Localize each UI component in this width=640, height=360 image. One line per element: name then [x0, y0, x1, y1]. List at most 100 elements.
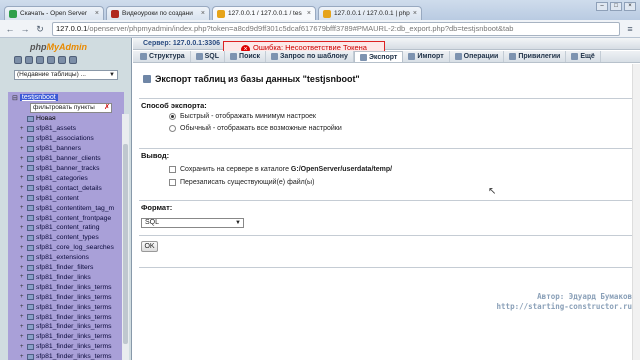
browser-tab-1[interactable]: Скачать - Open Server ×	[4, 6, 104, 20]
expand-icon[interactable]: +	[20, 245, 25, 251]
tab-query-by-example[interactable]: Запрос по шаблону	[266, 51, 354, 62]
table-item[interactable]: + sfp81_finder_links_terms	[20, 322, 124, 332]
table-item[interactable]: + sfp81_finder_links_terms	[20, 342, 124, 352]
radio-button[interactable]	[169, 125, 176, 132]
sql-docs-icon[interactable]	[58, 56, 66, 64]
tab-sql[interactable]: SQL	[191, 51, 226, 62]
table-item[interactable]: + sfp81_finder_links_terms	[20, 302, 124, 312]
method-quick-option[interactable]: Быстрый - отображать минимум настроек	[169, 113, 316, 120]
table-name[interactable]: sfp81_associations	[36, 135, 94, 142]
table-name[interactable]: sfp81_finder_links_terms	[36, 294, 112, 301]
address-bar[interactable]: 127.0.0.1/openserver/phpmyadmin/index.ph…	[52, 22, 620, 36]
table-item[interactable]: + sfp81_content_types	[20, 233, 124, 243]
table-name[interactable]: sfp81_finder_links_terms	[36, 353, 112, 360]
table-name[interactable]: sfp81_finder_links_terms	[36, 333, 112, 340]
tab-export[interactable]: Экспорт	[353, 51, 404, 62]
table-item[interactable]: + sfp81_contact_details	[20, 183, 124, 193]
tab-more[interactable]: Ещё	[566, 51, 601, 62]
table-name[interactable]: sfp81_content	[36, 195, 79, 202]
table-name[interactable]: sfp81_finder_links_terms	[36, 304, 112, 311]
expand-icon[interactable]: +	[20, 146, 25, 152]
tab-operations[interactable]: Операции	[450, 51, 505, 62]
expand-icon[interactable]: +	[20, 185, 25, 191]
close-icon[interactable]: ×	[413, 10, 417, 17]
expand-icon[interactable]: +	[20, 205, 25, 211]
table-item[interactable]: + sfp81_associations	[20, 134, 124, 144]
left-scrollbar[interactable]	[122, 114, 129, 360]
table-filter-input[interactable]: фильтровать пункты ✗	[30, 103, 112, 113]
home-icon[interactable]	[14, 56, 22, 64]
expand-icon[interactable]: +	[20, 274, 25, 280]
reload-nav-icon[interactable]	[69, 56, 77, 64]
table-name[interactable]: sfp81_core_log_searches	[36, 244, 114, 251]
table-name[interactable]: sfp81_banners	[36, 145, 81, 152]
tab-import[interactable]: Импорт	[403, 51, 450, 62]
table-item[interactable]: + sfp81_assets	[20, 124, 124, 134]
table-item[interactable]: + sfp81_content_rating	[20, 223, 124, 233]
checkbox[interactable]	[169, 179, 176, 186]
table-name[interactable]: sfp81_banner_tracks	[36, 165, 99, 172]
close-icon[interactable]: ×	[95, 10, 99, 17]
expand-icon[interactable]: +	[20, 265, 25, 271]
table-item[interactable]: + sfp81_banners	[20, 144, 124, 154]
save-on-server-option[interactable]: Сохранить на сервере в каталоге G:/OpenS…	[169, 166, 392, 173]
query-window-icon[interactable]	[36, 56, 44, 64]
expand-icon[interactable]: +	[20, 304, 25, 310]
table-item[interactable]: + sfp81_finder_links_terms	[20, 312, 124, 322]
table-item[interactable]: + sfp81_core_log_searches	[20, 243, 124, 253]
tab-structure[interactable]: Структура	[135, 51, 191, 62]
expand-icon[interactable]: +	[20, 156, 25, 162]
scrollbar-thumb[interactable]	[123, 144, 128, 344]
table-name[interactable]: sfp81_finder_links_terms	[36, 343, 112, 350]
table-name[interactable]: sfp81_finder_links_terms	[36, 323, 112, 330]
back-arrow-icon[interactable]: ←	[4, 23, 16, 35]
tab-search[interactable]: Поиск	[225, 51, 267, 62]
server-label[interactable]: Сервер: 127.0.0.1:3306	[143, 40, 220, 47]
expand-icon[interactable]: +	[20, 324, 25, 330]
table-name[interactable]: sfp81_categories	[36, 175, 88, 182]
clear-filter-icon[interactable]: ✗	[104, 104, 110, 112]
close-icon[interactable]: ×	[307, 10, 311, 17]
browser-tab-3[interactable]: 127.0.0.1 / 127.0.0.1 / tes ×	[212, 6, 316, 20]
table-item[interactable]: + sfp81_finder_links_terms	[20, 332, 124, 342]
new-table-item[interactable]: Новая	[20, 114, 124, 124]
main-scrollbar[interactable]	[632, 64, 640, 360]
table-name[interactable]: sfp81_content_rating	[36, 224, 100, 231]
table-item[interactable]: + sfp81_finder_links_terms	[20, 282, 124, 292]
expand-icon[interactable]: +	[20, 344, 25, 350]
table-name[interactable]: Новая	[36, 115, 56, 122]
collapse-icon[interactable]: ⊟	[12, 94, 18, 102]
reload-icon[interactable]: ↻	[34, 23, 46, 35]
table-item[interactable]: + sfp81_finder_links_terms	[20, 292, 124, 302]
tab-privileges[interactable]: Привилегии	[504, 51, 567, 62]
expand-icon[interactable]: +	[20, 314, 25, 320]
table-name[interactable]: sfp81_content_frontpage	[36, 215, 111, 222]
browser-tab-2[interactable]: Видеоуроки по создани ×	[106, 6, 210, 20]
expand-icon[interactable]: +	[20, 235, 25, 241]
expand-icon[interactable]: +	[20, 126, 25, 132]
browser-tab-4[interactable]: 127.0.0.1 / 127.0.0.1 | php ×	[318, 6, 422, 20]
table-item[interactable]: + sfp81_finder_links	[20, 273, 124, 283]
phpmyadmin-logo[interactable]: phpMyAdmin	[30, 42, 87, 52]
table-item[interactable]: + sfp81_categories	[20, 173, 124, 183]
maximize-icon[interactable]: □	[610, 2, 622, 11]
format-select[interactable]: SQL ▼	[141, 218, 244, 228]
database-name[interactable]: testjsnboot	[19, 94, 58, 101]
expand-icon[interactable]: +	[20, 294, 25, 300]
table-item[interactable]: + sfp81_content	[20, 193, 124, 203]
table-name[interactable]: sfp81_finder_links_terms	[36, 284, 112, 291]
minimize-icon[interactable]: –	[596, 2, 608, 11]
close-window-icon[interactable]: ×	[624, 2, 636, 11]
forward-arrow-icon[interactable]: →	[19, 23, 31, 35]
method-custom-option[interactable]: Обычный - отображать все возможные настр…	[169, 125, 342, 132]
table-item[interactable]: + sfp81_contentitem_tag_m	[20, 203, 124, 213]
checkbox[interactable]	[169, 166, 176, 173]
expand-icon[interactable]: +	[20, 354, 25, 360]
overwrite-option[interactable]: Перезаписать существующий(е) файл(ы)	[169, 179, 314, 186]
expand-icon[interactable]: +	[20, 195, 25, 201]
expand-icon[interactable]: +	[20, 255, 25, 261]
table-item[interactable]: + sfp81_banner_tracks	[20, 164, 124, 174]
radio-button-selected[interactable]	[169, 113, 176, 120]
table-item[interactable]: + sfp81_finder_links_terms	[20, 352, 124, 360]
close-icon[interactable]: ×	[201, 10, 205, 17]
